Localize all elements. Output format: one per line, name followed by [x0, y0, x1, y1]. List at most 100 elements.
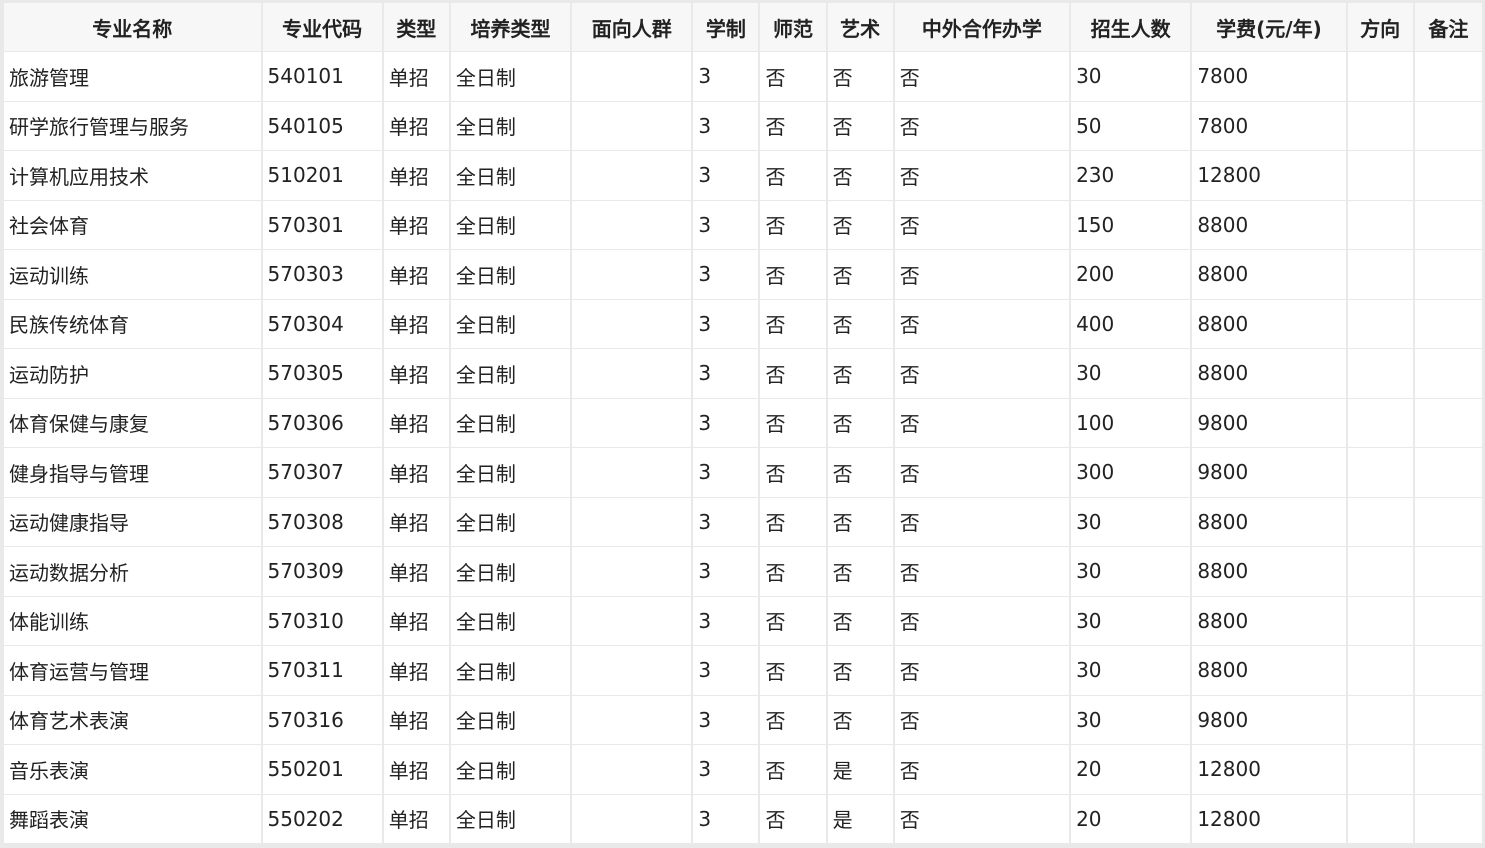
cell-major-code: 570301 [262, 200, 382, 249]
cell-sino-foreign: 否 [894, 794, 1070, 843]
table-row[interactable]: 体育艺术表演 570316 单招 全日制 3 否否否 30 9800 [4, 695, 1482, 744]
cell-major-name: 运动防护 [4, 349, 261, 398]
table-row[interactable]: 计算机应用技术 510201 单招 全日制 3 否否否 230 12800 [4, 151, 1482, 200]
cell-tuition: 8800 [1192, 250, 1346, 299]
cell-training-type: 全日制 [450, 349, 571, 398]
table-row[interactable]: 体育运营与管理 570311 单招 全日制 3 否否否 30 8800 [4, 646, 1482, 695]
header-tuition[interactable]: 学费(元/年) [1192, 3, 1346, 51]
cell-tuition: 8800 [1192, 497, 1346, 546]
cell-type: 单招 [383, 250, 449, 299]
cell-enrollment: 400 [1071, 299, 1191, 348]
header-training-type[interactable]: 培养类型 [450, 3, 571, 51]
cell-enrollment: 20 [1071, 745, 1191, 794]
cell-target-group [572, 745, 692, 794]
cell-training-type: 全日制 [450, 745, 571, 794]
cell-tuition: 12800 [1192, 151, 1346, 200]
header-major-code[interactable]: 专业代码 [262, 3, 382, 51]
table-row[interactable]: 旅游管理 540101 单招 全日制 3 否否否 30 7800 [4, 52, 1482, 101]
cell-normal: 否 [760, 101, 826, 150]
cell-duration: 3 [693, 794, 759, 843]
cell-art: 否 [827, 448, 893, 497]
table-row[interactable]: 运动数据分析 570309 单招 全日制 3 否否否 30 8800 [4, 547, 1482, 596]
table-row[interactable]: 研学旅行管理与服务 540105 单招 全日制 3 否否否 50 7800 [4, 101, 1482, 150]
cell-remarks [1414, 200, 1482, 249]
cell-direction [1347, 101, 1413, 150]
cell-major-code: 570306 [262, 398, 382, 447]
header-direction[interactable]: 方向 [1347, 3, 1413, 51]
cell-major-code: 570316 [262, 695, 382, 744]
header-enrollment[interactable]: 招生人数 [1071, 3, 1191, 51]
cell-training-type: 全日制 [450, 398, 571, 447]
cell-direction [1347, 349, 1413, 398]
cell-major-name: 运动训练 [4, 250, 261, 299]
table-row[interactable]: 运动健康指导 570308 单招 全日制 3 否否否 30 8800 [4, 497, 1482, 546]
table-row[interactable]: 体能训练 570310 单招 全日制 3 否否否 30 8800 [4, 596, 1482, 645]
cell-enrollment: 20 [1071, 794, 1191, 843]
table-row[interactable]: 社会体育 570301 单招 全日制 3 否否否 150 8800 [4, 200, 1482, 249]
cell-training-type: 全日制 [450, 200, 571, 249]
cell-art: 是 [827, 745, 893, 794]
cell-enrollment: 30 [1071, 547, 1191, 596]
cell-normal: 否 [760, 448, 826, 497]
table-row[interactable]: 健身指导与管理 570307 单招 全日制 3 否否否 300 9800 [4, 448, 1482, 497]
header-sino-foreign[interactable]: 中外合作办学 [894, 3, 1070, 51]
table-row[interactable]: 音乐表演 550201 单招 全日制 3 否是否 20 12800 [4, 745, 1482, 794]
cell-type: 单招 [383, 695, 449, 744]
cell-enrollment: 30 [1071, 695, 1191, 744]
cell-direction [1347, 448, 1413, 497]
cell-target-group [572, 398, 692, 447]
cell-major-name: 民族传统体育 [4, 299, 261, 348]
cell-direction [1347, 745, 1413, 794]
cell-sino-foreign: 否 [894, 547, 1070, 596]
cell-sino-foreign: 否 [894, 151, 1070, 200]
cell-duration: 3 [693, 745, 759, 794]
cell-type: 单招 [383, 745, 449, 794]
cell-duration: 3 [693, 547, 759, 596]
cell-tuition: 9800 [1192, 695, 1346, 744]
cell-tuition: 8800 [1192, 299, 1346, 348]
cell-direction [1347, 398, 1413, 447]
cell-major-name: 社会体育 [4, 200, 261, 249]
header-remarks[interactable]: 备注 [1414, 3, 1482, 51]
table-row[interactable]: 运动训练 570303 单招 全日制 3 否否否 200 8800 [4, 250, 1482, 299]
cell-tuition: 12800 [1192, 745, 1346, 794]
cell-normal: 否 [760, 299, 826, 348]
table-row[interactable]: 民族传统体育 570304 单招 全日制 3 否否否 400 8800 [4, 299, 1482, 348]
cell-major-code: 570311 [262, 646, 382, 695]
header-type[interactable]: 类型 [383, 3, 449, 51]
cell-duration: 3 [693, 200, 759, 249]
cell-art: 否 [827, 646, 893, 695]
header-art[interactable]: 艺术 [827, 3, 893, 51]
cell-enrollment: 30 [1071, 596, 1191, 645]
cell-tuition: 8800 [1192, 646, 1346, 695]
cell-direction [1347, 250, 1413, 299]
cell-type: 单招 [383, 448, 449, 497]
cell-major-code: 550201 [262, 745, 382, 794]
cell-art: 否 [827, 398, 893, 447]
table-row[interactable]: 舞蹈表演 550202 单招 全日制 3 否是否 20 12800 [4, 794, 1482, 843]
cell-enrollment: 50 [1071, 101, 1191, 150]
cell-remarks [1414, 497, 1482, 546]
table-row[interactable]: 运动防护 570305 单招 全日制 3 否否否 30 8800 [4, 349, 1482, 398]
cell-target-group [572, 299, 692, 348]
cell-target-group [572, 448, 692, 497]
cell-enrollment: 200 [1071, 250, 1191, 299]
header-major-name[interactable]: 专业名称 [4, 3, 261, 51]
cell-normal: 否 [760, 52, 826, 101]
cell-training-type: 全日制 [450, 547, 571, 596]
cell-target-group [572, 349, 692, 398]
header-duration[interactable]: 学制 [693, 3, 759, 51]
cell-duration: 3 [693, 448, 759, 497]
cell-art: 否 [827, 547, 893, 596]
cell-remarks [1414, 299, 1482, 348]
header-normal[interactable]: 师范 [760, 3, 826, 51]
cell-target-group [572, 695, 692, 744]
cell-remarks [1414, 596, 1482, 645]
cell-normal: 否 [760, 250, 826, 299]
cell-major-name: 计算机应用技术 [4, 151, 261, 200]
cell-tuition: 9800 [1192, 448, 1346, 497]
cell-major-name: 研学旅行管理与服务 [4, 101, 261, 150]
header-target-group[interactable]: 面向人群 [572, 3, 692, 51]
cell-duration: 3 [693, 398, 759, 447]
table-row[interactable]: 体育保健与康复 570306 单招 全日制 3 否否否 100 9800 [4, 398, 1482, 447]
